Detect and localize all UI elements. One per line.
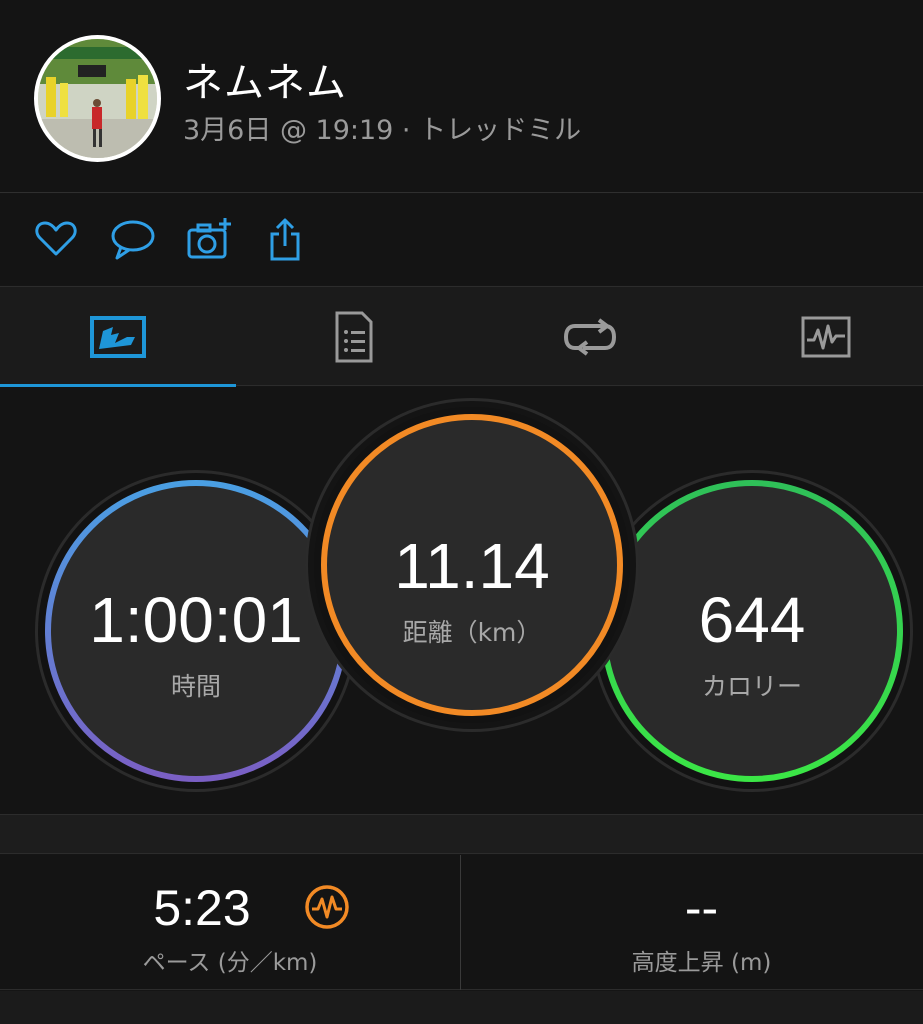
- distance-value: 11.14: [394, 530, 550, 602]
- action-bar: [0, 194, 923, 285]
- tab-details[interactable]: [236, 287, 472, 387]
- heart-icon[interactable]: [31, 214, 81, 264]
- calories-value: 644: [698, 584, 806, 656]
- tab-chart[interactable]: [708, 287, 923, 387]
- chart-icon: [801, 316, 851, 358]
- time-value: 1:00:01: [89, 584, 303, 656]
- overview-icon: [90, 316, 146, 358]
- pace-zone-icon[interactable]: [304, 884, 350, 930]
- time-ring[interactable]: 1:00:01 時間: [38, 473, 354, 789]
- elevation-value: --: [684, 880, 719, 936]
- stats-panel: 1:00:01 時間 644 カロリー 11.14 距離（km）: [0, 387, 923, 814]
- activity-meta: 3月6日 @ 19:19 · トレッドミル: [183, 115, 582, 146]
- elevation-label: 高度上昇 (m): [631, 950, 772, 976]
- comment-icon[interactable]: [108, 214, 158, 264]
- pace-cell[interactable]: 5:23 ペース (分／km): [0, 855, 461, 990]
- details-icon: [335, 311, 373, 363]
- avatar-photo: [38, 39, 157, 158]
- pace-label: ペース (分／km): [142, 950, 318, 976]
- footer-strip: [0, 991, 923, 1024]
- user-avatar[interactable]: [34, 35, 161, 162]
- calories-label: カロリー: [701, 672, 802, 701]
- tab-overview[interactable]: [0, 287, 236, 388]
- tab-laps[interactable]: [472, 287, 708, 387]
- pace-value: 5:23: [153, 880, 251, 936]
- laps-icon: [563, 318, 617, 356]
- calories-ring[interactable]: 644 カロリー: [594, 473, 910, 789]
- user-name[interactable]: ネムネム: [183, 50, 347, 108]
- share-icon[interactable]: [262, 214, 312, 264]
- tab-bar: [0, 286, 923, 388]
- time-label: 時間: [170, 672, 221, 701]
- distance-label: 距離（km）: [402, 618, 542, 647]
- distance-ring[interactable]: 11.14 距離（km）: [314, 407, 630, 723]
- activity-header: ネムネム 3月6日 @ 19:19 · トレッドミル: [0, 0, 923, 193]
- add-photo-icon[interactable]: [185, 214, 235, 264]
- elevation-cell[interactable]: -- 高度上昇 (m): [471, 855, 923, 990]
- secondary-stats: 5:23 ペース (分／km) -- 高度上昇 (m): [0, 855, 923, 990]
- section-divider: [0, 814, 923, 854]
